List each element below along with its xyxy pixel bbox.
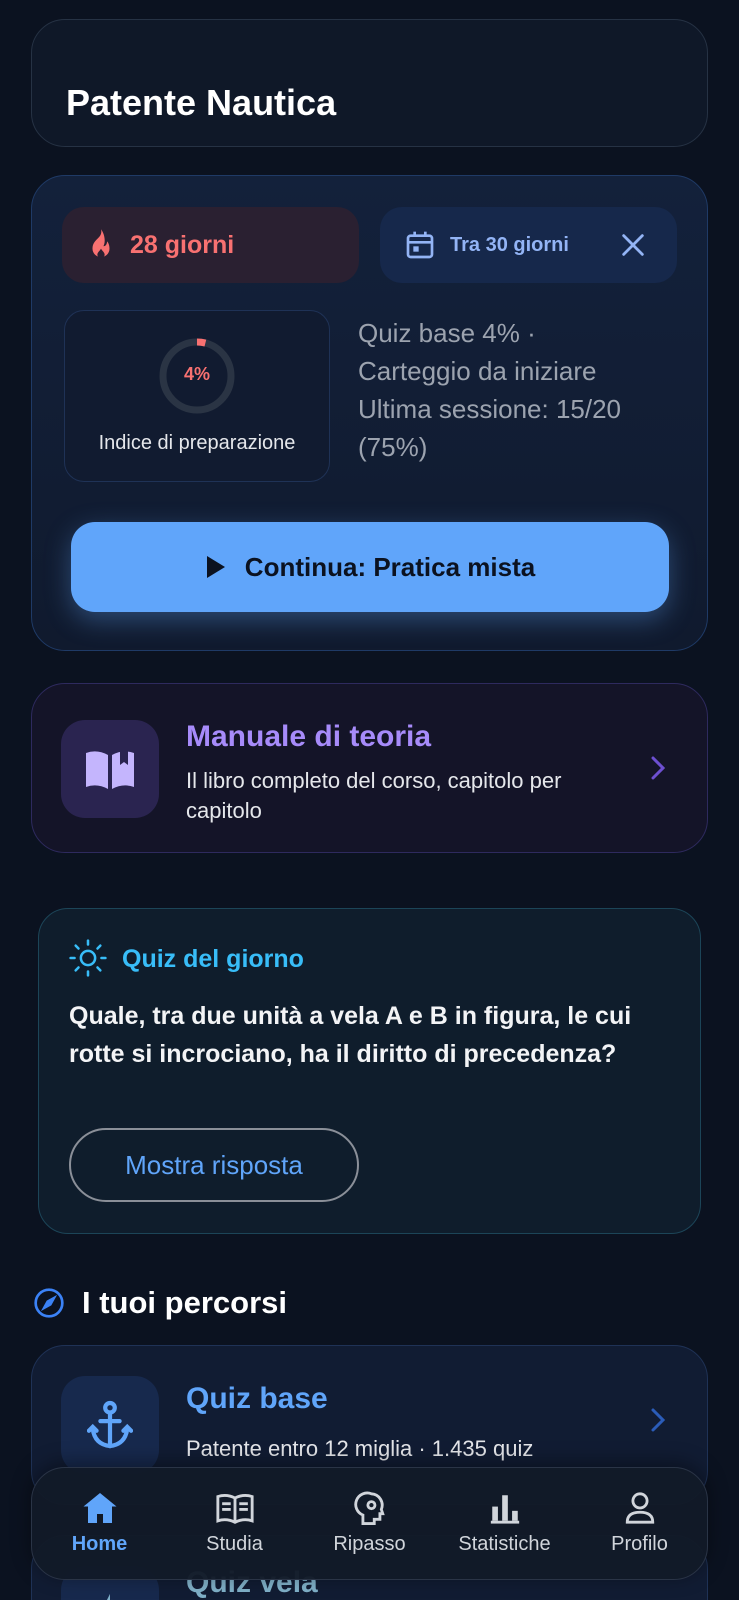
manual-subtitle: Il libro completo del corso, capitolo pe… xyxy=(186,768,562,823)
readiness-label: Indice di preparazione xyxy=(98,432,296,454)
nav-label: Profilo xyxy=(611,1533,668,1555)
nav-item-home[interactable]: Home xyxy=(35,1491,165,1556)
summary-line: Quiz base 4% · xyxy=(358,318,536,348)
readiness-percent: 4% xyxy=(183,364,210,384)
calendar-icon xyxy=(406,231,434,259)
nav-label: Studia xyxy=(206,1533,263,1555)
home-icon xyxy=(83,1493,116,1523)
manual-card[interactable]: Manuale di teoria Il libro completo del … xyxy=(31,683,708,853)
continue-label: Continua: Pratica mista xyxy=(244,551,536,582)
manual-tile xyxy=(61,720,159,818)
streak-label: 28 giorni xyxy=(130,230,235,259)
path-title: Quiz base xyxy=(186,1382,328,1415)
person-icon xyxy=(625,1492,654,1524)
continue-button[interactable]: Continua: Pratica mista xyxy=(71,522,669,612)
manual-title: Manuale di teoria xyxy=(186,720,432,753)
app-title: Patente Nautica xyxy=(66,82,337,123)
book-icon xyxy=(215,1494,254,1524)
progress-summary: Quiz base 4% · Carteggio da iniziare Ult… xyxy=(358,314,678,466)
path-tile xyxy=(61,1376,159,1474)
sun-icon xyxy=(69,939,107,977)
play-icon xyxy=(206,556,225,578)
daily-quiz-question: Quale, tra due unità a vela A e B in fig… xyxy=(69,1002,632,1068)
streak-badge: 28 giorni xyxy=(62,207,359,283)
daily-quiz-card: Quiz del giorno Quale, tra due unità a v… xyxy=(38,908,701,1234)
nav-label: Statistiche xyxy=(458,1533,551,1555)
nav-label: Home xyxy=(71,1533,128,1555)
open-book-icon xyxy=(86,751,134,789)
bottom-nav: Home Studia Ripasso Statistiche Profilo xyxy=(31,1467,708,1580)
bar-chart-icon xyxy=(490,1495,519,1524)
nav-item-statistiche[interactable]: Statistiche xyxy=(440,1491,570,1556)
paths-section-header: I tuoi percorsi xyxy=(33,1285,287,1321)
path-subtitle: Patente entro 12 miglia · 1.435 quiz xyxy=(186,1436,534,1461)
header-card: Patente Nautica xyxy=(31,19,708,147)
paths-section-title: I tuoi percorsi xyxy=(82,1285,287,1320)
show-answer-button[interactable]: Mostra risposta xyxy=(69,1128,359,1202)
nav-label: Ripasso xyxy=(333,1533,406,1555)
close-icon[interactable] xyxy=(619,231,647,259)
progress-card: 28 giorni Tra 30 giorni 4% Indice di pre… xyxy=(31,175,708,651)
nav-item-ripasso[interactable]: Ripasso xyxy=(305,1491,435,1556)
summary-line: Carteggio da iniziare xyxy=(358,356,597,386)
daily-quiz-title: Quiz del giorno xyxy=(122,945,304,973)
readiness-index: 4% Indice di preparazione xyxy=(64,310,330,482)
exam-countdown-label: Tra 30 giorni xyxy=(450,233,569,256)
anchor-icon xyxy=(87,1400,133,1449)
exam-countdown-badge[interactable]: Tra 30 giorni xyxy=(380,207,677,283)
sailboat-icon xyxy=(106,1593,113,1600)
chevron-right-icon xyxy=(651,756,666,780)
compass-icon xyxy=(34,1288,64,1318)
summary-line: Ultima sessione: 15/20 xyxy=(358,394,622,424)
brain-icon xyxy=(353,1491,385,1525)
chevron-right-icon xyxy=(651,1408,666,1432)
nav-item-studia[interactable]: Studia xyxy=(170,1491,300,1556)
flame-icon xyxy=(92,229,110,259)
nav-item-profilo[interactable]: Profilo xyxy=(575,1491,705,1556)
summary-line: (75%) xyxy=(358,432,428,462)
